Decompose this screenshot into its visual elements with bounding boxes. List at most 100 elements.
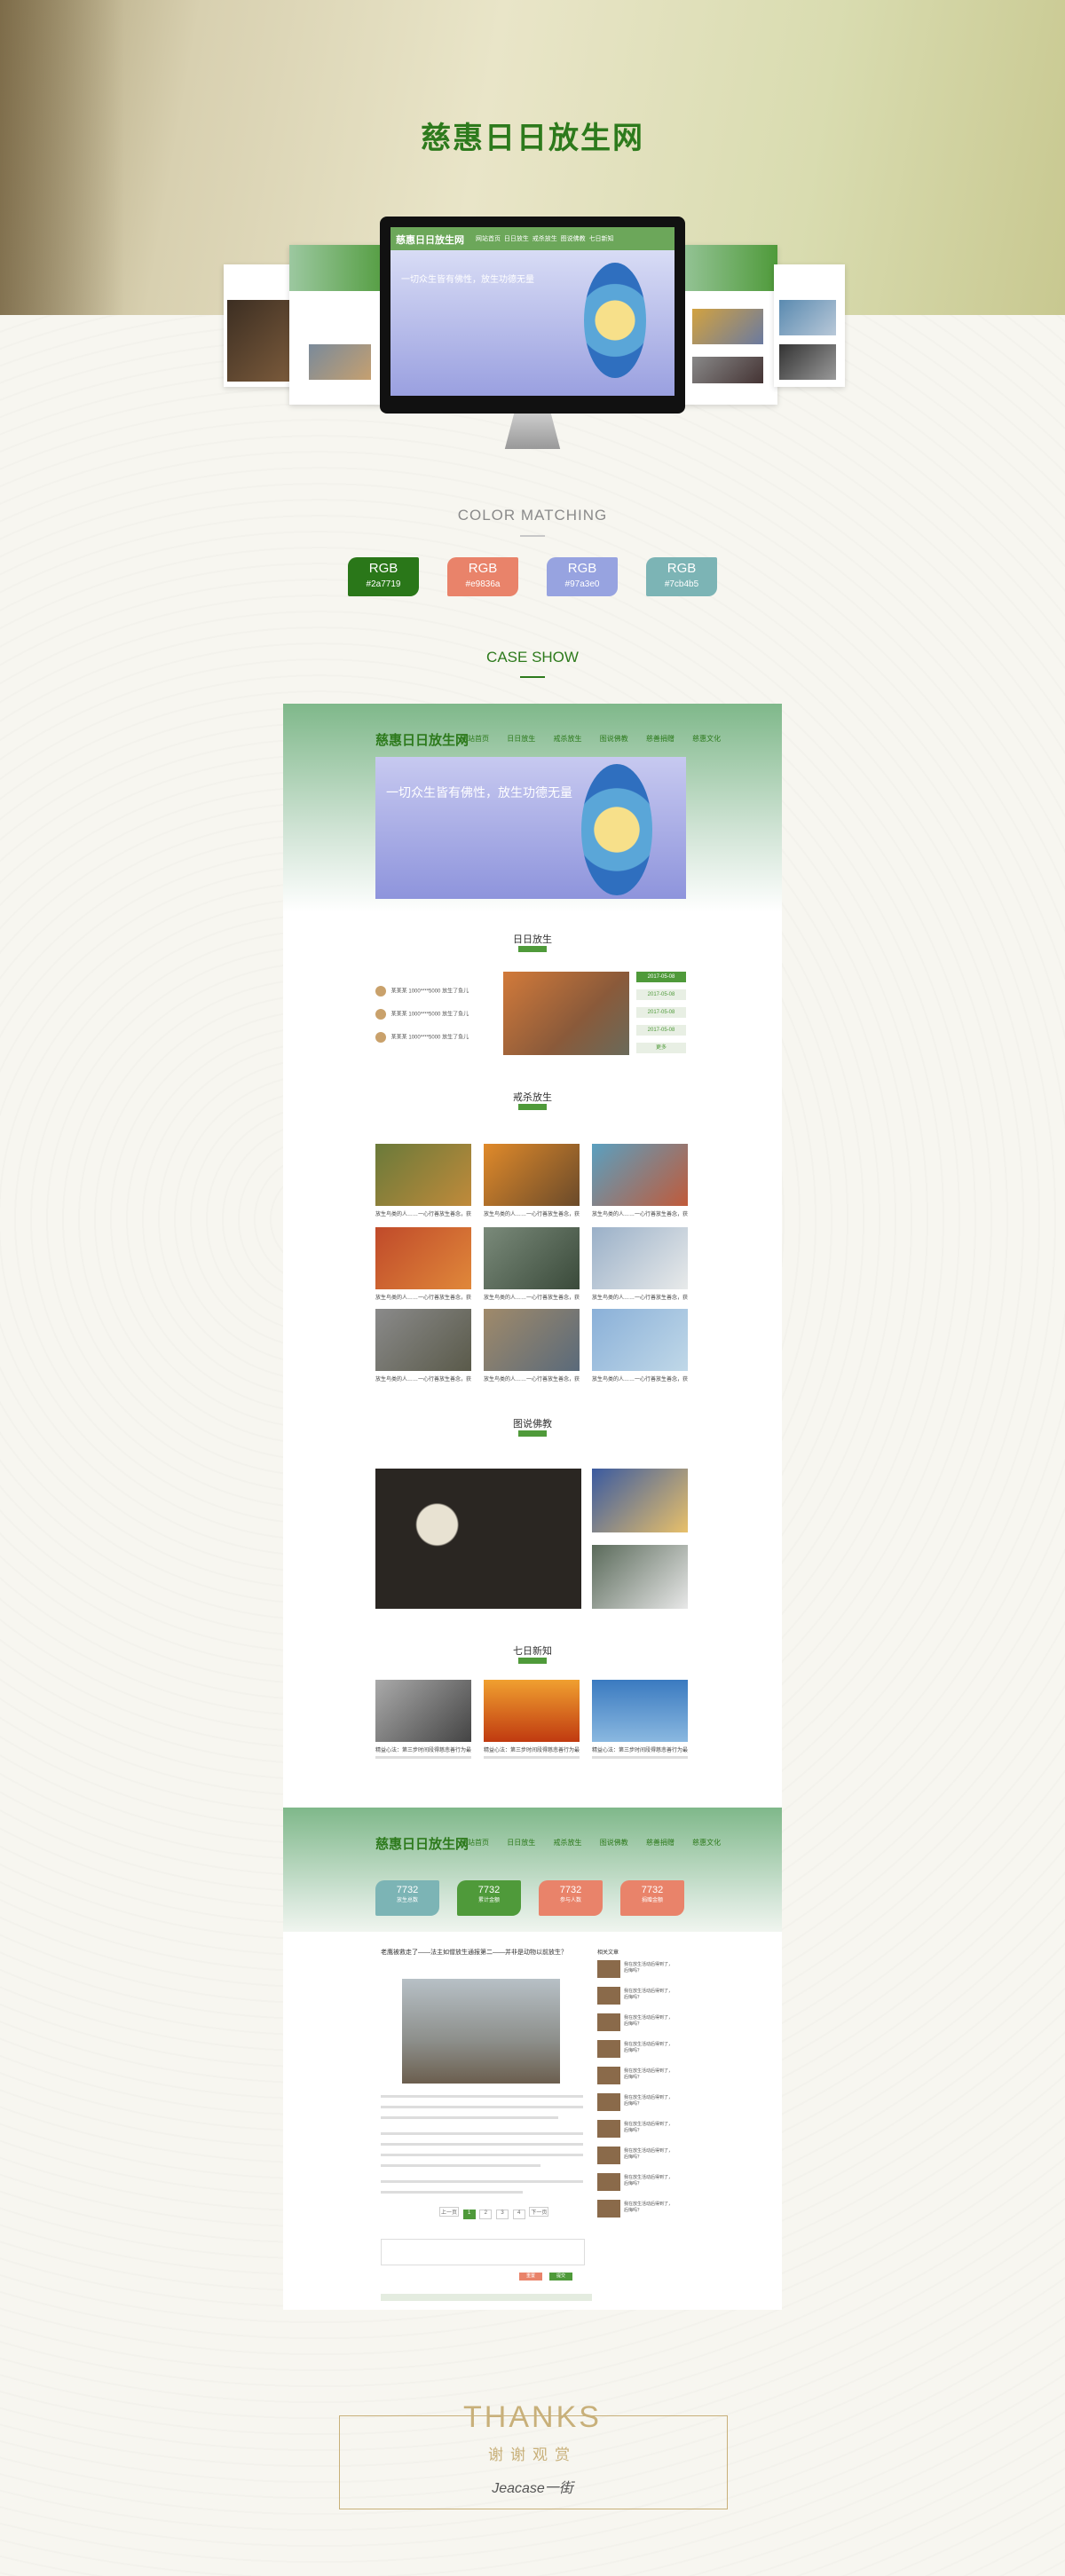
nav-item[interactable]: 日日放生 (507, 1839, 535, 1847)
grid-caption[interactable]: 放生鸟类的人……一心行善放生善念，获福！ (592, 1293, 688, 1301)
grid-caption[interactable]: 放生鸟类的人……一心行善放生善念，获福！ (375, 1293, 471, 1301)
nav-item[interactable]: 慈善捐赠 (646, 735, 674, 743)
sidebar-item[interactable]: 我在放生活动后得到了，后悔吗？ (597, 1987, 675, 2006)
sidebar-item-text[interactable]: 我在放生活动后得到了，后悔吗？ (624, 2202, 675, 2214)
sidebar-item-text[interactable]: 我在放生活动后得到了，后悔吗？ (624, 2148, 675, 2161)
swatch-code: #97a3e0 (564, 579, 600, 589)
sidebar-item[interactable]: 我在放生活动后得到了，后悔吗？ (597, 2067, 675, 2086)
page-logo[interactable]: 慈惠日日放生网 (375, 730, 469, 749)
date-button[interactable]: 2017-05-08 (636, 1007, 686, 1018)
grid-caption[interactable]: 放生鸟类的人……一心行善放生善念，获福！ (484, 1375, 580, 1383)
side-photo[interactable] (592, 1469, 688, 1532)
mockup-nav: 网站首页 日日放生 戒杀放生 图说佛教 七日新知 (476, 234, 614, 243)
nav-item[interactable]: 慈惠文化 (692, 735, 721, 743)
grid-photo[interactable] (484, 1144, 580, 1206)
divider (520, 676, 545, 678)
sidebar-item-text[interactable]: 我在放生活动后得到了，后悔吗？ (624, 2042, 675, 2054)
sidebar-item[interactable]: 我在放生活动后得到了，后悔吗？ (597, 2093, 675, 2113)
divider (520, 535, 545, 537)
grid-caption[interactable]: 放生鸟类的人……一心行善放生善念，获福！ (484, 1293, 580, 1301)
side-photo[interactable] (592, 1545, 688, 1609)
grid-caption[interactable]: 放生鸟类的人……一心行善放生善念，获福！ (375, 1375, 471, 1383)
swatch-label: RGB (667, 561, 697, 576)
nav-item[interactable]: 慈惠文化 (692, 1839, 721, 1847)
grid-photo[interactable] (592, 1309, 688, 1371)
nav-item[interactable]: 日日放生 (507, 735, 535, 743)
sidebar-item[interactable]: 我在放生活动后得到了，后悔吗？ (597, 2040, 675, 2060)
date-button[interactable]: 2017-05-08 (636, 1025, 686, 1036)
sidebar-item[interactable]: 我在放生活动后得到了，后悔吗？ (597, 2173, 675, 2193)
nav-item[interactable]: 戒杀放生 (553, 1839, 581, 1847)
row-amount: 1000****5000 (408, 989, 441, 995)
stat-value: 7732 (559, 1885, 582, 1895)
grid-caption[interactable]: 放生鸟类的人……一心行善放生善念，获福！ (375, 1209, 471, 1217)
grid-caption[interactable]: 放生鸟类的人……一心行善放生善念，获福！ (484, 1209, 580, 1217)
sidebar-item-text[interactable]: 我在放生活动后得到了，后悔吗？ (624, 2068, 675, 2081)
section-tag (518, 1430, 547, 1437)
grid-photo[interactable] (375, 1144, 471, 1206)
sidebar-item[interactable]: 我在放生活动后得到了，后悔吗？ (597, 1960, 675, 1980)
swatch-label: RGB (567, 561, 597, 576)
news-caption[interactable]: 精益心法：第三步时间段得慈悲善行为最好了面，…… (592, 1745, 688, 1753)
sidebar-item-text[interactable]: 我在放生活动后得到了，后悔吗？ (624, 1962, 675, 1974)
reset-button[interactable]: 重置 (519, 2273, 542, 2281)
swatch-code: #e9836a (465, 579, 501, 589)
page-button[interactable]: 2 (479, 2210, 493, 2219)
grid-caption[interactable]: 放生鸟类的人……一心行善放生善念，获福！ (592, 1209, 688, 1217)
news-caption[interactable]: 精益心法：第三步时间段得慈悲善行为最好了面，…… (484, 1745, 580, 1753)
sidebar-item-text[interactable]: 我在放生活动后得到了，后悔吗？ (624, 1989, 675, 2001)
prev-page-button[interactable]: 上一页 (439, 2207, 459, 2217)
grid-photo[interactable] (592, 1227, 688, 1289)
date-button[interactable]: 2017-05-08 (636, 989, 686, 1000)
color-swatch: RGB #2a7719 (348, 557, 419, 596)
grid-photo[interactable] (484, 1309, 580, 1371)
mockup-card-left (289, 245, 392, 405)
feature-photo[interactable] (375, 1469, 581, 1609)
sidebar-item-text[interactable]: 我在放生活动后得到了，后悔吗？ (624, 2015, 675, 2028)
nav-item[interactable]: 图说佛教 (600, 1839, 628, 1847)
sidebar-item-text[interactable]: 我在放生活动后得到了，后悔吗？ (624, 2122, 675, 2134)
page-banner: 一切众生皆有佛性，放生功德无量 (375, 757, 686, 899)
page-footer (381, 2294, 592, 2301)
fish-photo (503, 972, 629, 1055)
page-button[interactable]: 1 (462, 2210, 476, 2219)
sidebar-item-text[interactable]: 我在放生活动后得到了，后悔吗？ (624, 2175, 675, 2187)
row-note: 放生了鱼儿 (442, 989, 469, 995)
page-button[interactable]: 3 (496, 2210, 509, 2219)
page-nav: 网站首页 日日放生 戒杀放生 图说佛教 慈善捐赠 慈惠文化 (461, 734, 737, 744)
more-button[interactable]: 更多 (636, 1043, 686, 1053)
grid-photo[interactable] (484, 1227, 580, 1289)
date-button[interactable]: 2017-05-08 (636, 972, 686, 982)
sidebar-item-text[interactable]: 我在放生活动后得到了，后悔吗？ (624, 2095, 675, 2107)
grid-caption[interactable]: 放生鸟类的人……一心行善放生善念，获福！ (592, 1375, 688, 1383)
news-photo[interactable] (375, 1680, 471, 1742)
thanks-subtitle: 谢谢观赏 (488, 2446, 577, 2463)
news-photo[interactable] (592, 1680, 688, 1742)
sidebar-item[interactable]: 我在放生活动后得到了，后悔吗？ (597, 2200, 675, 2219)
nav-item[interactable]: 戒杀放生 (553, 735, 581, 743)
comment-input[interactable] (381, 2239, 585, 2265)
sidebar-item[interactable]: 我在放生活动后得到了，后悔吗？ (597, 2013, 675, 2033)
submit-button[interactable]: 提交 (549, 2273, 572, 2281)
page-logo[interactable]: 慈惠日日放生网 (375, 1834, 469, 1853)
news-caption[interactable]: 精益心法：第三步时间段得慈悲善行为最好了面，…… (375, 1745, 471, 1753)
row-amount: 1000****5000 (408, 1035, 441, 1041)
news-photo[interactable] (484, 1680, 580, 1742)
nav-item[interactable]: 网站首页 (461, 735, 489, 743)
nav-item[interactable]: 网站首页 (461, 1839, 489, 1847)
stat-value: 7732 (396, 1885, 419, 1895)
page-button[interactable]: 4 (512, 2210, 525, 2219)
page-nav: 网站首页 日日放生 戒杀放生 图说佛教 慈善捐赠 慈惠文化 (461, 1838, 737, 1847)
next-page-button[interactable]: 下一页 (529, 2207, 549, 2217)
grid-photo[interactable] (375, 1227, 471, 1289)
grid-photo[interactable] (375, 1309, 471, 1371)
nav-item[interactable]: 慈善捐赠 (646, 1839, 674, 1847)
section-title-ban: 戒杀放生 (513, 1092, 552, 1103)
row-note: 放生了鱼儿 (442, 1012, 469, 1018)
grid-photo[interactable] (592, 1144, 688, 1206)
nav-item[interactable]: 图说佛教 (600, 735, 628, 743)
stat-card: 7732 捐赠金额 (620, 1880, 684, 1916)
sidebar-item[interactable]: 我在放生活动后得到了，后悔吗？ (597, 2120, 675, 2139)
avatar (375, 986, 386, 997)
sidebar-item[interactable]: 我在放生活动后得到了，后悔吗？ (597, 2147, 675, 2166)
